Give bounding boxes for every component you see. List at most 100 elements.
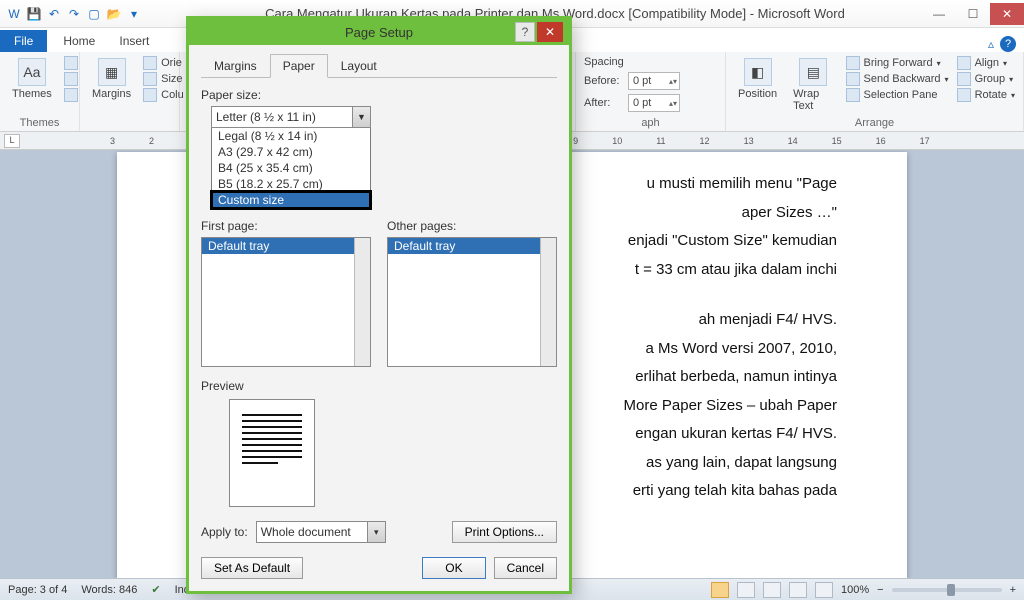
view-print-layout-button[interactable] bbox=[711, 582, 729, 598]
position-button[interactable]: ◧Position bbox=[734, 56, 781, 102]
zoom-out-button[interactable]: − bbox=[877, 584, 883, 596]
ruler-mark: 10 bbox=[612, 136, 622, 146]
paper-size-option[interactable]: Legal (8 ½ x 14 in) bbox=[212, 128, 370, 144]
new-icon[interactable]: ▢ bbox=[86, 6, 102, 22]
size-button[interactable]: Size bbox=[143, 72, 184, 86]
status-words[interactable]: Words: 846 bbox=[81, 584, 137, 596]
paper-size-combo[interactable]: Letter (8 ½ x 11 in) ▼ bbox=[211, 106, 371, 128]
paper-size-dropdown-list: Legal (8 ½ x 14 in) A3 (29.7 x 42 cm) B4… bbox=[211, 128, 371, 209]
ok-button[interactable]: OK bbox=[422, 557, 485, 579]
paper-size-option-custom[interactable]: Custom size bbox=[212, 192, 370, 208]
group-obj-label: Group bbox=[975, 73, 1006, 85]
zoom-slider[interactable] bbox=[892, 588, 1002, 592]
dialog-title: Page Setup bbox=[345, 25, 413, 40]
window-buttons: — ☐ ✕ bbox=[922, 3, 1024, 25]
first-page-tray-selected[interactable]: Default tray bbox=[202, 238, 370, 254]
scrollbar[interactable] bbox=[540, 238, 556, 366]
qat-more-icon[interactable]: ▾ bbox=[126, 6, 142, 22]
tab-paper[interactable]: Paper bbox=[270, 54, 328, 78]
print-options-button[interactable]: Print Options... bbox=[452, 521, 557, 543]
dialog-close-button[interactable]: ✕ bbox=[537, 22, 563, 42]
paper-size-option[interactable]: B4 (25 x 35.4 cm) bbox=[212, 160, 370, 176]
dialog-help-button[interactable]: ? bbox=[515, 22, 535, 42]
status-zoom[interactable]: 100% bbox=[841, 584, 869, 596]
tab-margins[interactable]: Margins bbox=[201, 54, 270, 78]
ribbon-minimize-icon[interactable]: ▵ bbox=[988, 37, 994, 51]
redo-icon[interactable]: ↷ bbox=[66, 6, 82, 22]
theme-colors-icon[interactable] bbox=[64, 56, 78, 70]
margins-button[interactable]: ▦ Margins bbox=[88, 56, 135, 102]
set-as-default-button[interactable]: Set As Default bbox=[201, 557, 303, 579]
apply-to-value: Whole document bbox=[261, 525, 351, 539]
other-pages-tray-selected[interactable]: Default tray bbox=[388, 238, 556, 254]
chevron-down-icon[interactable]: ▼ bbox=[352, 107, 370, 127]
page-setup-dialog: Page Setup ? ✕ Margins Paper Layout Pape… bbox=[186, 16, 572, 594]
view-draft-button[interactable] bbox=[815, 582, 833, 598]
open-icon[interactable]: 📂 bbox=[106, 6, 122, 22]
file-tab[interactable]: File bbox=[0, 30, 47, 52]
send-backward-label: Send Backward bbox=[864, 73, 941, 85]
cancel-button[interactable]: Cancel bbox=[494, 557, 557, 579]
selection-pane-label: Selection Pane bbox=[864, 89, 938, 101]
paper-size-label: Paper size: bbox=[201, 88, 557, 102]
spacing-before-input[interactable]: 0 pt bbox=[628, 72, 680, 90]
spacing-after-input[interactable]: 0 pt bbox=[628, 94, 680, 112]
themes-label: Themes bbox=[12, 88, 52, 100]
close-button[interactable]: ✕ bbox=[990, 3, 1024, 25]
themes-button[interactable]: Aa Themes bbox=[8, 56, 56, 102]
tab-insert[interactable]: Insert bbox=[107, 30, 161, 52]
margins-label: Margins bbox=[92, 88, 131, 100]
after-value: 0 pt bbox=[633, 97, 651, 109]
view-outline-button[interactable] bbox=[789, 582, 807, 598]
theme-fonts-icon[interactable] bbox=[64, 72, 78, 86]
theme-effects-icon[interactable] bbox=[64, 88, 78, 102]
paper-size-option[interactable]: A3 (29.7 x 42 cm) bbox=[212, 144, 370, 160]
other-pages-label: Other pages: bbox=[387, 219, 557, 233]
arrange-group-label: Arrange bbox=[734, 115, 1015, 129]
chevron-down-icon[interactable]: ▾ bbox=[367, 522, 385, 542]
dialog-titlebar[interactable]: Page Setup ? ✕ bbox=[189, 19, 569, 45]
selection-pane-button[interactable]: Selection Pane bbox=[846, 88, 949, 102]
columns-button[interactable]: Colu bbox=[143, 88, 184, 102]
group-button[interactable]: Group ▾ bbox=[957, 72, 1015, 86]
position-icon: ◧ bbox=[744, 58, 772, 86]
save-icon[interactable]: 💾 bbox=[26, 6, 42, 22]
align-button[interactable]: Align ▾ bbox=[957, 56, 1015, 70]
view-full-screen-button[interactable] bbox=[737, 582, 755, 598]
wrap-text-button[interactable]: ▤Wrap Text bbox=[789, 56, 837, 114]
help-icon[interactable]: ? bbox=[1000, 36, 1016, 52]
proofing-icon[interactable]: ✔ bbox=[151, 583, 160, 596]
paper-size-selected: Letter (8 ½ x 11 in) bbox=[216, 110, 316, 124]
tab-home[interactable]: Home bbox=[51, 30, 107, 52]
paper-size-option[interactable]: B5 (18.2 x 25.7 cm) bbox=[212, 176, 370, 192]
undo-icon[interactable]: ↶ bbox=[46, 6, 62, 22]
quick-access-toolbar: W 💾 ↶ ↷ ▢ 📂 ▾ bbox=[0, 6, 148, 22]
zoom-in-button[interactable]: + bbox=[1010, 584, 1016, 596]
minimize-button[interactable]: — bbox=[922, 3, 956, 25]
bring-forward-button[interactable]: Bring Forward ▾ bbox=[846, 56, 949, 70]
apply-to-combo[interactable]: Whole document ▾ bbox=[256, 521, 386, 543]
margins-icon: ▦ bbox=[98, 58, 126, 86]
first-page-label: First page: bbox=[201, 219, 371, 233]
first-page-tray-list[interactable]: Default tray bbox=[201, 237, 371, 367]
before-value: 0 pt bbox=[633, 75, 651, 87]
after-label: After: bbox=[584, 97, 624, 109]
ruler-mark: 17 bbox=[920, 136, 930, 146]
ribbon-right: ▵ ? bbox=[988, 36, 1024, 52]
rotate-button[interactable]: Rotate ▾ bbox=[957, 88, 1015, 102]
maximize-button[interactable]: ☐ bbox=[956, 3, 990, 25]
zoom-thumb[interactable] bbox=[947, 584, 955, 596]
ruler-corner: L bbox=[4, 134, 20, 148]
other-pages-tray-list[interactable]: Default tray bbox=[387, 237, 557, 367]
tab-layout[interactable]: Layout bbox=[328, 54, 390, 78]
status-page[interactable]: Page: 3 of 4 bbox=[8, 584, 67, 596]
orientation-button[interactable]: Orie bbox=[143, 56, 184, 70]
page-setup-group-label bbox=[88, 115, 171, 129]
view-web-button[interactable] bbox=[763, 582, 781, 598]
themes-icon: Aa bbox=[18, 58, 46, 86]
spacing-label: Spacing bbox=[584, 56, 624, 68]
ruler-mark: 13 bbox=[744, 136, 754, 146]
scrollbar[interactable] bbox=[354, 238, 370, 366]
ruler-mark: 16 bbox=[876, 136, 886, 146]
send-backward-button[interactable]: Send Backward ▾ bbox=[846, 72, 949, 86]
